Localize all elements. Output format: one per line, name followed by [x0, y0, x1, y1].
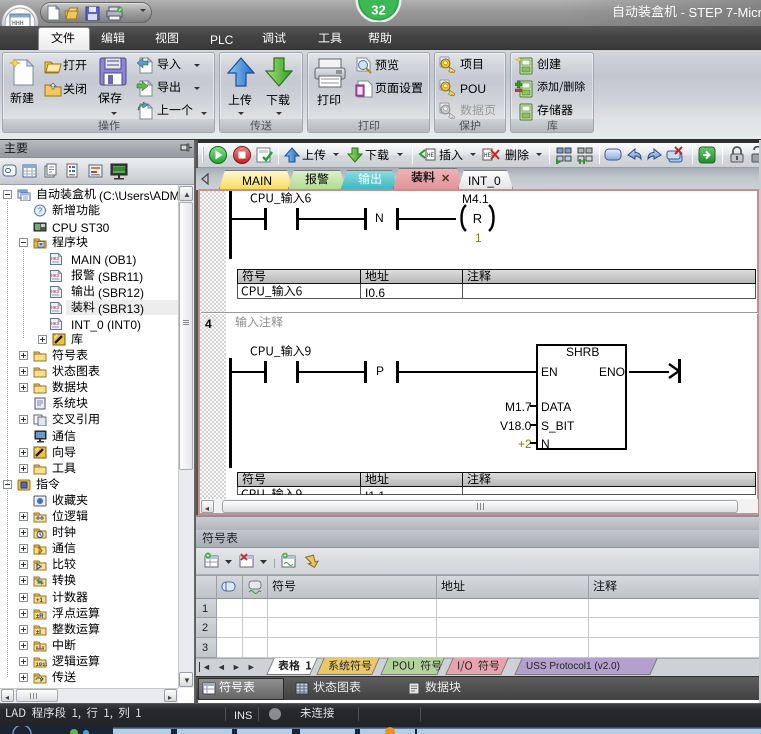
svg-text:HE: HE — [427, 152, 435, 159]
svg-text:±R: ±R — [36, 614, 44, 620]
svg-text:+1: +1 — [36, 598, 44, 604]
svg-text:HK3: HK3 — [51, 321, 59, 327]
svg-text:HK3: HK3 — [51, 289, 59, 295]
svg-text:1011: 1011 — [36, 661, 48, 668]
svg-text:HK3: HK3 — [51, 273, 59, 279]
svg-text:?: ? — [38, 207, 43, 216]
svg-text:R: R — [473, 211, 482, 226]
svg-text:HK3: HK3 — [51, 305, 59, 311]
svg-text:HK3: HK3 — [51, 256, 59, 262]
svg-text:±I: ±I — [36, 630, 41, 636]
svg-text:HE: HE — [484, 152, 492, 159]
svg-text:32: 32 — [371, 3, 385, 18]
